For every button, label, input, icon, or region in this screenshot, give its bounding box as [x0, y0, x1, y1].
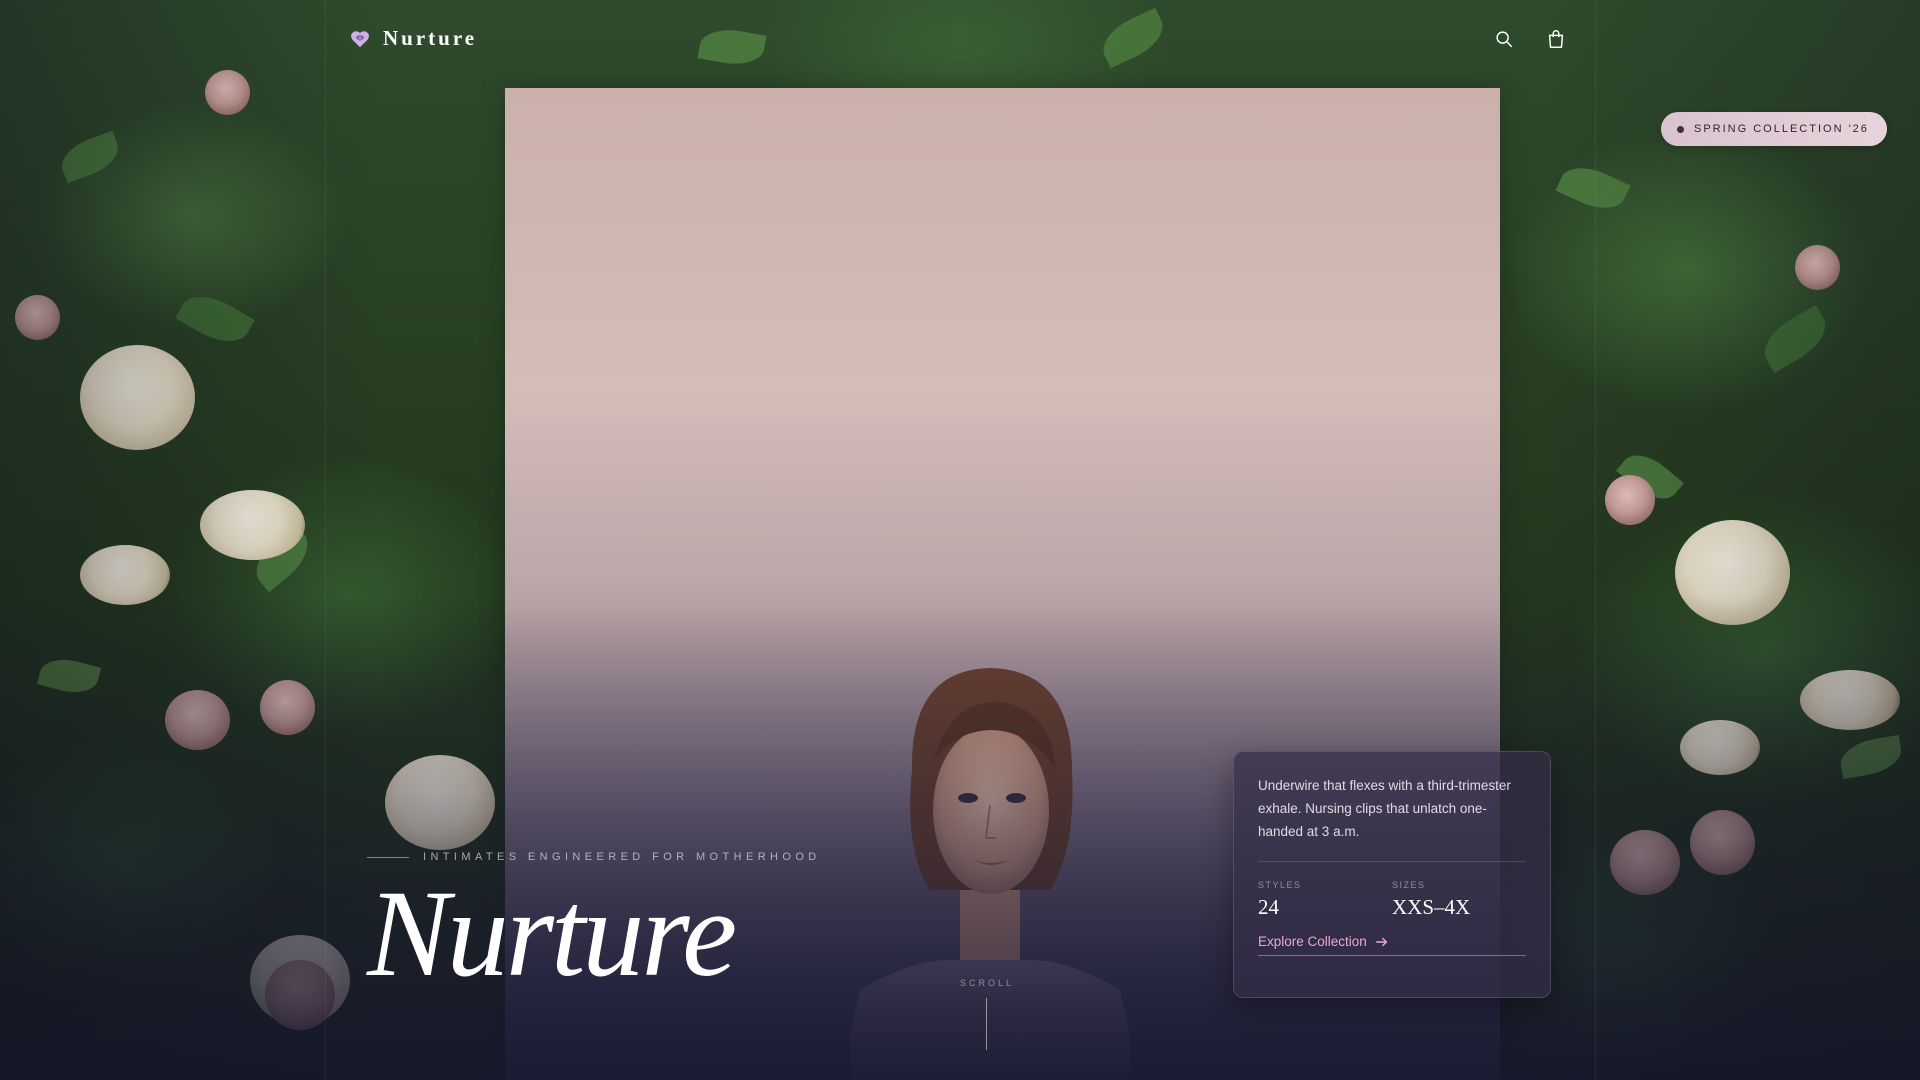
cart-button[interactable]: [1545, 28, 1567, 50]
badge-dot: [1677, 125, 1684, 133]
stat-label: STYLES: [1258, 880, 1302, 890]
grid-line: [1595, 0, 1596, 1080]
stat-value: 24: [1258, 895, 1279, 919]
brand-name: Nurture: [383, 26, 478, 50]
collection-badge[interactable]: SPRING COLLECTION '26: [1661, 112, 1887, 146]
scroll-label: SCROLL: [960, 978, 1015, 988]
stat-styles: STYLES 24: [1258, 880, 1392, 920]
search-icon: [1496, 31, 1513, 48]
hero-title: Nurture: [367, 865, 737, 1002]
collection-info-card: Underwire that flexes with a third-trime…: [1233, 751, 1551, 998]
arrow-right-icon: [1375, 937, 1387, 946]
bag-icon: [1548, 30, 1564, 48]
stat-sizes: SIZES XXS–4X: [1392, 880, 1526, 920]
hero-background: [0, 0, 1920, 1080]
stat-label: SIZES: [1392, 880, 1426, 890]
heart-logo-icon: [351, 30, 369, 47]
eyebrow-text: INTIMATES ENGINEERED FOR MOTHERHOOD: [423, 851, 821, 863]
stat-value: XXS–4X: [1392, 895, 1471, 919]
search-button[interactable]: [1493, 28, 1515, 50]
card-divider: [1258, 861, 1526, 862]
explore-collection-label: Explore Collection: [1258, 934, 1367, 949]
card-description: Underwire that flexes with a third-trime…: [1258, 778, 1511, 839]
card-stats: STYLES 24 SIZES XXS–4X: [1258, 880, 1526, 920]
grid-line: [325, 0, 326, 1080]
hero-eyebrow: INTIMATES ENGINEERED FOR MOTHERHOOD: [367, 851, 821, 863]
scroll-indicator[interactable]: SCROLL: [960, 978, 1012, 1050]
eyebrow-rule: [367, 856, 409, 858]
brand-logo[interactable]: Nurture: [349, 26, 477, 51]
side-fade-overlay: [0, 0, 1920, 1080]
scroll-line: [985, 998, 987, 1050]
badge-label: SPRING COLLECTION '26: [1694, 123, 1869, 135]
explore-collection-link[interactable]: Explore Collection: [1258, 934, 1526, 956]
